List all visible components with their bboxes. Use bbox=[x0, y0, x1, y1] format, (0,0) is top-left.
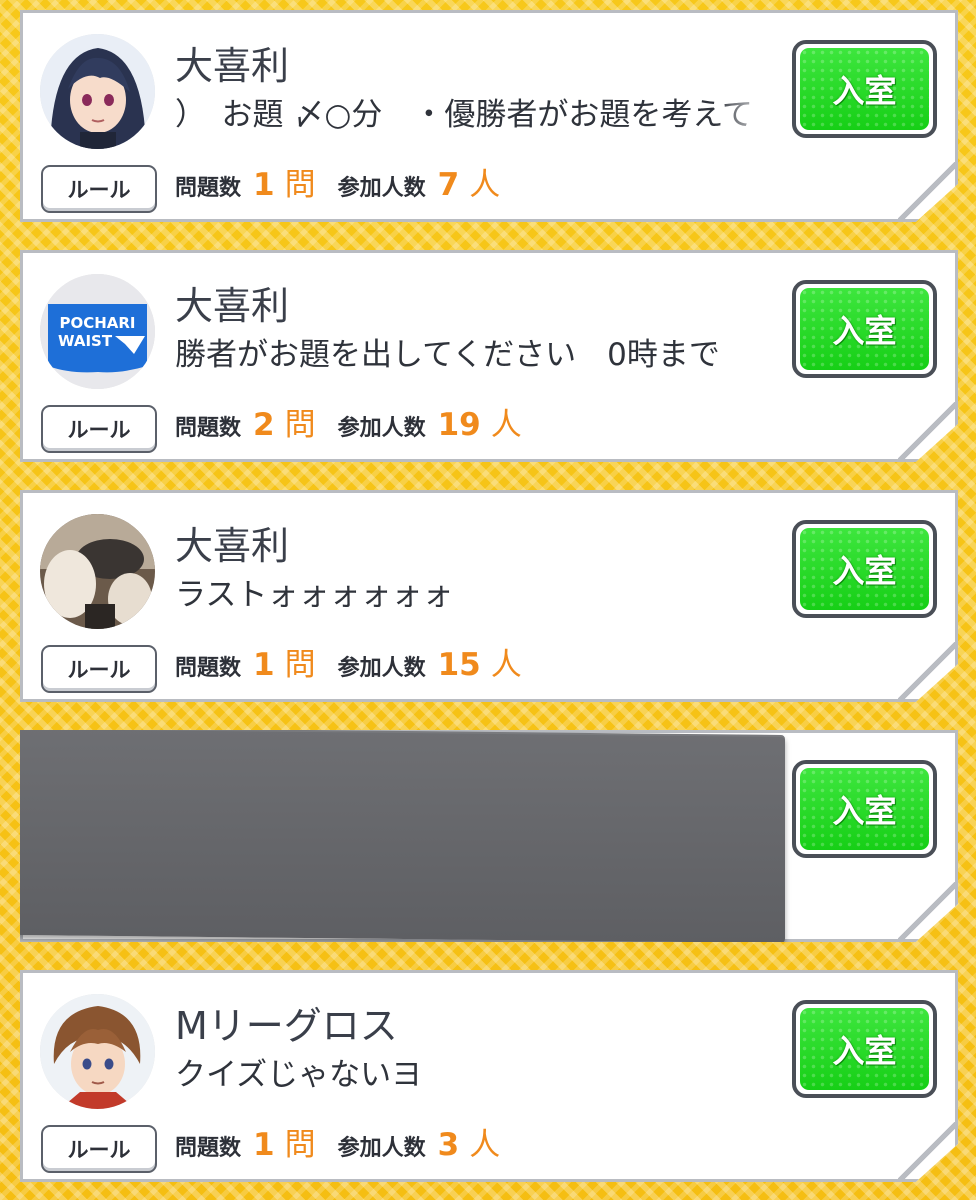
enter-room-label: 入室 bbox=[800, 288, 929, 370]
participants-label: 参加人数 bbox=[337, 416, 426, 441]
participants-count: 3 bbox=[437, 1127, 460, 1163]
participants-count: 7 bbox=[437, 167, 460, 203]
questions-unit: 問 bbox=[284, 647, 316, 683]
enter-room-button[interactable]: 入室 bbox=[792, 280, 937, 378]
questions-count: 1 bbox=[253, 167, 275, 203]
rule-button[interactable]: ルール bbox=[41, 1125, 157, 1173]
redaction-block bbox=[20, 730, 785, 942]
room-description: クイズじゃないヨ bbox=[175, 1057, 423, 1093]
room-description: 勝者がお題を出してください 0時まで bbox=[175, 337, 720, 373]
participants-label: 参加人数 bbox=[337, 656, 426, 681]
rule-button[interactable]: ルール bbox=[41, 165, 157, 213]
rule-button[interactable]: ルール bbox=[41, 645, 157, 693]
anime-girl-avatar-icon bbox=[40, 34, 155, 149]
participants-unit: 人 bbox=[469, 167, 501, 203]
enter-room-button[interactable]: 入室 bbox=[792, 760, 937, 858]
room-stats: 問題数 1 問 参加人数 15 人 bbox=[175, 639, 544, 689]
host-avatar: POCHARI WAIST bbox=[40, 274, 155, 389]
room-card[interactable]: Mリーグロス クイズじゃないヨ ルール 問題数 1 問 参加人数 3 人 入室 bbox=[20, 970, 958, 1182]
room-card[interactable]: POCHARI WAIST 大喜利 勝者がお題を出してください 0時まで ルール… bbox=[20, 250, 958, 462]
participants-label: 参加人数 bbox=[337, 1136, 426, 1161]
room-description: ） お題 〆○分 ・優勝者がお題を考えて bbox=[175, 97, 753, 133]
enter-room-label: 入室 bbox=[800, 48, 929, 130]
questions-unit: 問 bbox=[284, 1127, 316, 1163]
questions-unit: 問 bbox=[284, 407, 316, 443]
room-description: ラストォォォォォォ bbox=[175, 577, 454, 613]
host-avatar bbox=[40, 994, 155, 1109]
questions-count: 1 bbox=[253, 1127, 275, 1163]
questions-label: 問題数 bbox=[175, 1136, 242, 1161]
participants-count: 15 bbox=[437, 647, 481, 683]
participants-unit: 人 bbox=[490, 407, 522, 443]
room-stats: 問題数 2 問 参加人数 19 人 bbox=[175, 399, 544, 449]
enter-room-button[interactable]: 入室 bbox=[792, 1000, 937, 1098]
room-title: 大喜利 bbox=[175, 284, 290, 328]
enter-room-button[interactable]: 入室 bbox=[792, 520, 937, 618]
participants-count: 19 bbox=[437, 407, 481, 443]
participants-unit: 人 bbox=[490, 647, 522, 683]
enter-room-label: 入室 bbox=[800, 768, 929, 850]
enter-room-button[interactable]: 入室 bbox=[792, 40, 937, 138]
rule-button[interactable]: ルール bbox=[41, 405, 157, 453]
questions-label: 問題数 bbox=[175, 416, 242, 441]
enter-room-label: 入室 bbox=[800, 1008, 929, 1090]
room-title: Mリーグロス bbox=[175, 1004, 398, 1048]
room-card[interactable]: 入室 bbox=[20, 730, 958, 942]
avatar-text: POCHARI WAIST bbox=[58, 314, 136, 350]
anime-boy-avatar-icon bbox=[40, 994, 155, 1109]
questions-count: 2 bbox=[253, 407, 275, 443]
enter-room-label: 入室 bbox=[800, 528, 929, 610]
questions-count: 1 bbox=[253, 647, 275, 683]
participants-label: 参加人数 bbox=[337, 176, 426, 201]
questions-label: 問題数 bbox=[175, 656, 242, 681]
car-airbag-photo-avatar-icon bbox=[40, 514, 155, 629]
room-title: 大喜利 bbox=[175, 44, 290, 88]
host-avatar bbox=[40, 514, 155, 629]
room-card[interactable]: 大喜利 ） お題 〆○分 ・優勝者がお題を考えて ルール 問題数 1 問 参加人… bbox=[20, 10, 958, 222]
questions-unit: 問 bbox=[284, 167, 316, 203]
questions-label: 問題数 bbox=[175, 176, 242, 201]
room-card[interactable]: 大喜利 ラストォォォォォォ ルール 問題数 1 問 参加人数 15 人 入室 bbox=[20, 490, 958, 702]
participants-unit: 人 bbox=[469, 1127, 501, 1163]
room-title: 大喜利 bbox=[175, 524, 290, 568]
host-avatar bbox=[40, 34, 155, 149]
room-stats: 問題数 1 問 参加人数 7 人 bbox=[175, 159, 522, 209]
room-stats: 問題数 1 問 参加人数 3 人 bbox=[175, 1119, 522, 1169]
